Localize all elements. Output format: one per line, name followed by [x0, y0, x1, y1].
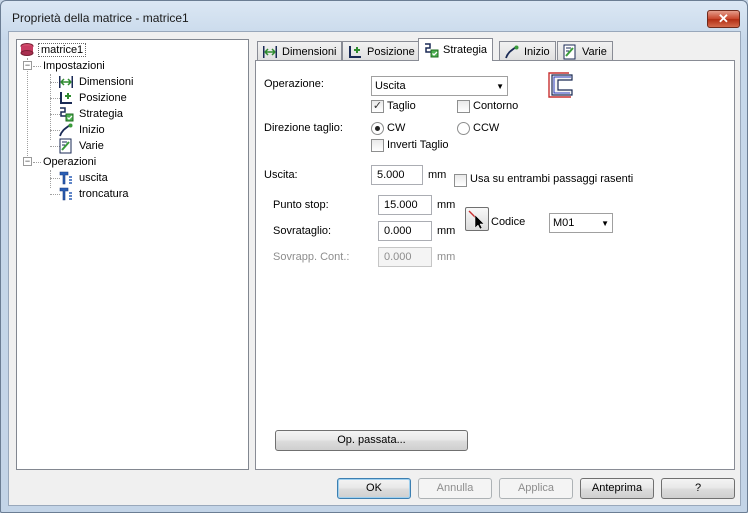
punto-stop-input[interactable]: 15.000 — [378, 195, 432, 215]
tree-item-strategia[interactable]: Strategia — [58, 106, 125, 122]
tab-label: Posizione — [367, 45, 415, 58]
tree-group-label: Operazioni — [43, 156, 97, 168]
misc-icon — [59, 138, 72, 154]
sovrapp-label: Sovrapp. Cont.: — [273, 251, 350, 263]
tab-label: Dimensioni — [282, 45, 337, 58]
tree-item-uscita[interactable]: uscita — [58, 170, 110, 186]
matrix-icon — [20, 43, 34, 56]
op-passata-button[interactable]: Op. passata... — [275, 430, 468, 451]
tab-varie[interactable]: Varie — [557, 41, 613, 61]
tree-connector — [33, 162, 41, 163]
uscita-unit: mm — [428, 169, 447, 181]
chevron-down-icon: ▼ — [601, 218, 609, 228]
tree-group-label: Impostazioni — [43, 60, 105, 72]
tree-connector — [50, 170, 51, 188]
ok-button[interactable]: OK — [337, 478, 411, 499]
punto-stop-label: Punto stop: — [273, 199, 329, 211]
misc-icon — [563, 44, 576, 59]
tree-item-label: Posizione — [79, 92, 127, 104]
tree-item-label: Varie — [79, 140, 104, 152]
inverti-checkbox[interactable] — [371, 139, 384, 152]
help-button[interactable]: ? — [661, 478, 735, 499]
operazione-label: Operazione: — [264, 78, 324, 90]
tab-label: Inizio — [524, 45, 550, 58]
position-icon — [60, 92, 72, 104]
direzione-label: Direzione taglio: — [264, 122, 343, 134]
usa-checkbox[interactable] — [454, 174, 467, 187]
strategy-icon — [60, 107, 74, 122]
contorno-checkbox[interactable] — [457, 100, 470, 113]
position-icon — [349, 45, 361, 58]
inverti-label: Inverti Taglio — [387, 139, 449, 151]
tree-group-operazioni[interactable]: Operazioni — [41, 154, 98, 170]
strategia-panel: Operazione: Uscita ▼ ✓ Taglio Contorno D… — [255, 60, 735, 470]
ccw-radio[interactable] — [457, 122, 470, 135]
tree-item-label: Inizio — [79, 124, 105, 136]
cursor-pick-icon — [468, 210, 485, 230]
tab-dimensioni[interactable]: Dimensioni — [257, 41, 343, 61]
anteprima-button[interactable]: Anteprima — [580, 478, 654, 499]
tree-item-dimensioni[interactable]: Dimensioni — [58, 74, 135, 90]
cw-radio[interactable] — [371, 122, 384, 135]
usa-label: Usa su entrambi passaggi rasenti — [470, 173, 634, 185]
tree-item-inizio[interactable]: Inizio — [58, 122, 107, 138]
sovrataglio-input[interactable]: 0.000 — [378, 221, 432, 241]
impostazioni-expander[interactable]: − — [23, 61, 32, 70]
codice-picker-button[interactable] — [465, 207, 489, 231]
cw-label: CW — [387, 122, 406, 134]
taglio-label: Taglio — [387, 100, 416, 112]
operazioni-expander[interactable]: − — [23, 157, 32, 166]
operation-icon — [59, 187, 72, 201]
dimension-icon — [263, 45, 277, 58]
tree-item-varie[interactable]: Varie — [58, 138, 106, 154]
tree-root[interactable]: matrice1 — [19, 42, 87, 58]
punto-stop-unit: mm — [437, 199, 456, 211]
tree-item-label: Dimensioni — [79, 76, 134, 88]
tree-item-label: Strategia — [79, 108, 124, 120]
start-icon — [505, 45, 519, 58]
codice-label: Codice — [491, 216, 526, 228]
tree-item-troncatura[interactable]: troncatura — [58, 186, 131, 202]
tab-posizione[interactable]: Posizione — [342, 41, 421, 61]
tree-group-impostazioni[interactable]: Impostazioni — [41, 58, 107, 74]
window-title: Proprietà della matrice - matrice1 — [12, 11, 189, 25]
operazione-select[interactable]: Uscita ▼ — [371, 76, 508, 96]
properties-tree: matrice1 − Impostazioni Dimensioni Posiz… — [16, 39, 249, 470]
tree-item-label: uscita — [79, 172, 108, 184]
tab-label: Strategia — [443, 44, 488, 56]
chevron-down-icon: ▼ — [496, 81, 504, 91]
tab-inizio[interactable]: Inizio — [499, 41, 556, 61]
dialog-client-area: matrice1 − Impostazioni Dimensioni Posiz… — [8, 31, 741, 506]
sovrapp-unit: mm — [437, 251, 456, 263]
applica-button: Applica — [499, 478, 573, 499]
tree-root-label: matrice1 — [38, 43, 87, 57]
operazione-value: Uscita — [375, 80, 406, 92]
strategy-icon — [425, 43, 439, 58]
sovrapp-input: 0.000 — [378, 247, 432, 267]
title-bar[interactable]: Proprietà della matrice - matrice1 ✕ — [1, 1, 747, 34]
tab-label: Varie — [582, 45, 607, 58]
sovrataglio-label: Sovrataglio: — [273, 225, 332, 237]
annulla-button: Annulla — [418, 478, 492, 499]
operation-preview-icon — [548, 72, 573, 98]
start-icon — [59, 123, 73, 137]
codice-value: M01 — [553, 217, 575, 229]
contorno-label: Contorno — [473, 100, 519, 112]
uscita-label: Uscita: — [264, 169, 298, 181]
close-button[interactable]: ✕ — [707, 10, 740, 28]
dialog-window: Proprietà della matrice - matrice1 ✕ mat… — [0, 0, 748, 513]
tree-connector — [33, 66, 41, 67]
tree-item-label: troncatura — [79, 188, 129, 200]
uscita-input[interactable]: 5.000 — [371, 165, 423, 185]
sovrataglio-unit: mm — [437, 225, 456, 237]
tree-connector — [27, 58, 28, 160]
codice-select[interactable]: M01 ▼ — [549, 213, 613, 233]
operation-icon — [59, 171, 72, 185]
tab-strategia[interactable]: Strategia — [418, 38, 494, 61]
ccw-label: CCW — [473, 122, 500, 134]
dimension-icon — [59, 76, 73, 88]
taglio-checkbox[interactable]: ✓ — [371, 100, 384, 113]
tree-item-posizione[interactable]: Posizione — [58, 90, 129, 106]
